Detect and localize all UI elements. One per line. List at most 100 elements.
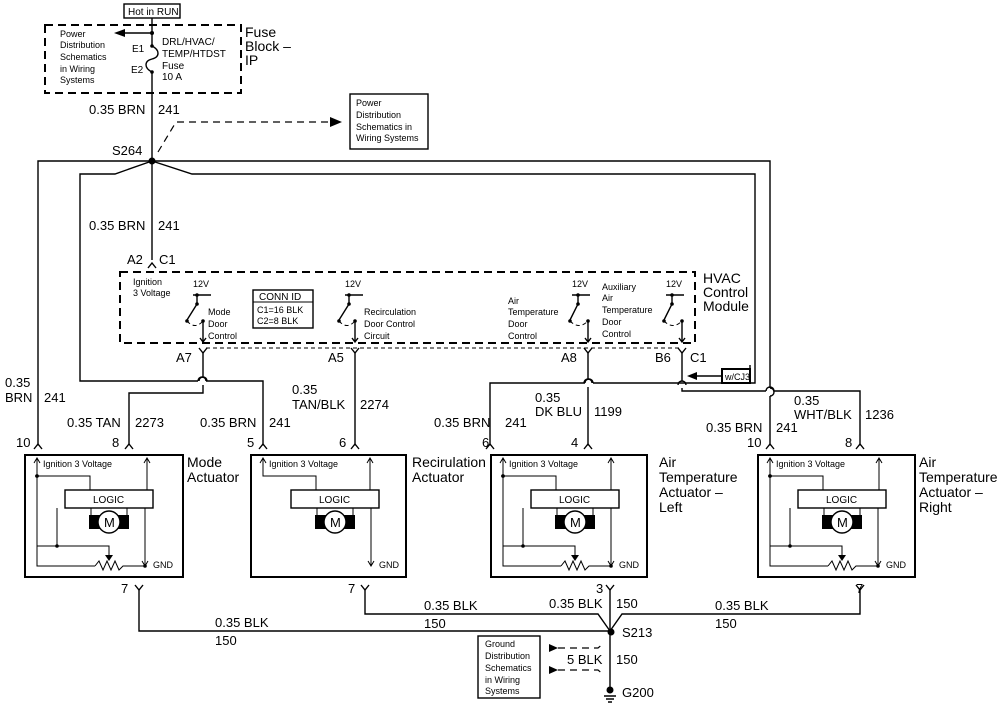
ignition-voltage-label: Ignition 3 Voltage	[776, 459, 845, 469]
actuator-name-line: Actuator	[412, 469, 464, 485]
svg-text:WHT/BLK: WHT/BLK	[794, 407, 852, 422]
svg-text:Schematics: Schematics	[60, 52, 107, 62]
wire-gauge-right-feed: 0.35 BRN	[706, 420, 762, 435]
module-conn-c1-out: C1	[690, 350, 707, 365]
wire-gauge-right-gnd: 0.35 BLK	[715, 598, 769, 613]
left-pin-6: 6	[482, 435, 489, 450]
module-pin-a7: A7	[176, 350, 192, 365]
svg-text:M: M	[837, 515, 848, 530]
module-conn-c1-in: C1	[159, 252, 176, 267]
wire-circuit-recirc-gnd: 150	[424, 616, 446, 631]
actuator-name-line: Temperature	[919, 469, 998, 485]
wire-gauge-left-ctrl: 0.35	[535, 390, 560, 405]
svg-text:in Wiring: in Wiring	[485, 675, 520, 685]
wire-gauge-recirc-feed: 0.35 BRN	[200, 415, 256, 430]
hvac-wiring-diagram: Hot in RUN Fuse Block – IP Power Distrib…	[5, 3, 998, 703]
gnd-label: GND	[153, 560, 174, 570]
svg-text:Door: Door	[208, 319, 228, 329]
switch-aux-air-temp-door: 12V Auxiliary Air Temperature Door Contr…	[602, 279, 686, 344]
fuse-block: Fuse Block – IP Power Distribution Schem…	[44, 18, 291, 96]
module-ignition-label: Ignition	[133, 277, 162, 287]
svg-text:BRN: BRN	[5, 390, 32, 405]
wire-circuit-mode-gnd: 150	[215, 633, 237, 648]
wire-gauge-left-gnd: 0.35 BLK	[549, 596, 603, 611]
svg-text:M: M	[570, 515, 581, 530]
actuator-name-line: Left	[659, 499, 682, 515]
left-pin-4: 4	[571, 435, 578, 450]
svg-text:Door: Door	[508, 319, 528, 329]
svg-text:12V: 12V	[345, 279, 361, 289]
actuator-name: Recirulation	[412, 454, 486, 470]
svg-text:Control: Control	[508, 331, 537, 341]
svg-text:DK BLU: DK BLU	[535, 404, 582, 419]
fuse-label: DRL/HVAC/ TEMP/HTDST Fuse 10 A	[162, 37, 226, 83]
svg-text:TEMP/HTDST: TEMP/HTDST	[162, 49, 226, 60]
svg-text:Auxiliary: Auxiliary	[602, 282, 637, 292]
svg-text:Mode: Mode	[208, 307, 231, 317]
actuator-name-line: Actuator	[187, 469, 239, 485]
power-distribution-ref-box: Power Distribution Schematics in Wiring …	[349, 93, 429, 150]
wire-circuit-right-ctrl: 1236	[865, 407, 894, 422]
ignition-voltage-label: Ignition 3 Voltage	[509, 459, 578, 469]
svg-text:Control: Control	[208, 331, 237, 341]
svg-text:in Wiring: in Wiring	[60, 64, 95, 74]
fuse-block-title: Fuse Block – IP	[245, 24, 291, 68]
svg-text:Ground: Ground	[485, 639, 515, 649]
splice-s213-label: S213	[622, 625, 652, 640]
svg-text:Power: Power	[356, 98, 382, 108]
air-temp-actuator-left: Ignition 3 Voltage LOGIC M GND AirTemperatur…	[490, 454, 738, 578]
hot-in-run-label: Hot in RUN	[128, 7, 179, 18]
svg-text:LOGIC: LOGIC	[559, 495, 590, 506]
recirc-pin-6: 6	[339, 435, 346, 450]
svg-text:M: M	[330, 515, 341, 530]
fuse-icon	[145, 45, 159, 73]
wire-circuit-recirc-feed: 241	[269, 415, 291, 430]
wire-gauge-left-feed: 0.35 BRN	[434, 415, 490, 430]
svg-text:DRL/HVAC/: DRL/HVAC/	[162, 37, 215, 48]
wire-circuit-mode-ctrl: 2273	[135, 415, 164, 430]
wire-circuit-ground: 150	[616, 652, 638, 667]
svg-text:12V: 12V	[193, 279, 209, 289]
right-pin-10: 10	[747, 435, 761, 450]
svg-text:C1=16 BLK: C1=16 BLK	[257, 305, 303, 315]
right-pin-7: 7	[856, 581, 863, 596]
wire-circuit-right-gnd: 150	[715, 616, 737, 631]
wire-circuit-right-feed: 241	[776, 420, 798, 435]
svg-text:Air: Air	[508, 296, 519, 306]
wire-gauge-mode-gnd: 0.35 BLK	[215, 615, 269, 630]
wire-circuit-mode-feed: 241	[44, 390, 66, 405]
switch-mode-door: 12V Mode Door Control	[185, 279, 237, 344]
wire-gauge-feed-top: 0.35 BRN	[89, 102, 145, 117]
ignition-voltage-label: Ignition 3 Voltage	[269, 459, 338, 469]
svg-text:Distribution: Distribution	[485, 651, 530, 661]
wire-gauge-recirc-ctrl: 0.35	[292, 382, 317, 397]
actuator-name-line: Temperature	[659, 469, 738, 485]
ground-distribution-ref-box: Ground Distribution Schematics in Wiring…	[477, 635, 541, 699]
hvac-control-module: HVAC Control Module Ignition 3 Voltage C…	[119, 270, 749, 344]
actuator-name: Air	[919, 454, 936, 470]
svg-text:Power: Power	[60, 29, 86, 39]
fuse-pin-e1: E1	[132, 44, 145, 55]
left-pin-3: 3	[596, 581, 603, 596]
splice-s264-label: S264	[112, 143, 142, 158]
svg-text:Temperature: Temperature	[602, 305, 653, 315]
svg-text:Temperature: Temperature	[508, 307, 559, 317]
module-pin-b6: B6	[655, 350, 671, 365]
svg-text:LOGIC: LOGIC	[826, 495, 857, 506]
svg-text:12V: 12V	[572, 279, 588, 289]
switch-recirculation-door: 12V Recirculation Door Control Circuit	[337, 279, 416, 344]
gnd-label: GND	[379, 560, 400, 570]
fuse-pin-e2: E2	[131, 65, 144, 76]
svg-text:LOGIC: LOGIC	[319, 495, 350, 506]
svg-text:Circuit: Circuit	[364, 331, 390, 341]
mode-actuator: Ignition 3 Voltage LOGIC M GND ModeActuator	[24, 454, 239, 578]
svg-text:IP: IP	[245, 52, 258, 68]
wire-gauge-mode-feed: 0.35	[5, 375, 30, 390]
svg-text:Air: Air	[602, 293, 613, 303]
svg-text:10 A: 10 A	[162, 72, 182, 83]
wire-circuit-left-ctrl: 1199	[594, 404, 622, 419]
svg-text:12V: 12V	[666, 279, 682, 289]
hvac-module-title: HVAC Control Module	[703, 270, 749, 314]
module-pin-a8: A8	[561, 350, 577, 365]
gnd-label: GND	[886, 560, 907, 570]
